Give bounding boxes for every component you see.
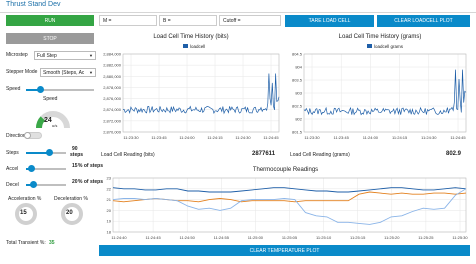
y-tick-label: 802 xyxy=(295,117,302,122)
x-tick-label: 11:25:20 xyxy=(384,235,400,240)
x-tick-label: 11:25:25 xyxy=(418,235,434,240)
x-tick-label: 11:24:30 xyxy=(235,135,251,140)
y-tick-label: 22 xyxy=(107,186,112,191)
decel-slider-handle[interactable] xyxy=(30,181,37,188)
direction-toggle-knob[interactable] xyxy=(24,132,31,139)
y-tick-label: 21 xyxy=(107,197,112,202)
decel-label: Decel xyxy=(6,182,19,188)
bits-reading-label: Load Cell Reading (bits) xyxy=(101,152,155,158)
y-tick-label: 2,878,000 xyxy=(103,85,122,90)
decel-gauge-value: 20 xyxy=(66,210,73,216)
decel-value: 20 xyxy=(72,179,78,185)
microstep-select[interactable]: Full Step ▼ xyxy=(34,51,96,60)
legend-swatch xyxy=(367,44,372,48)
x-tick-label: 11:24:00 xyxy=(179,135,195,140)
y-tick-label: 2,884,000 xyxy=(103,52,122,57)
grams-reading-value: 802.9 xyxy=(446,151,462,157)
steps-unit: steps xyxy=(70,152,84,158)
accel-gauge-value: 15 xyxy=(20,210,27,216)
total-transient-label: Total Transient %: xyxy=(6,240,46,246)
thermo-chart-title: Thermocouple Readings xyxy=(252,167,319,173)
y-tick-label: 803.5 xyxy=(292,78,303,83)
chart-grams-title: Load Cell Time History (grams) xyxy=(338,34,422,40)
thermo-chart: 23 22 21 20 19 1811:24:40 11:24:45 11:24:50 11:2… xyxy=(107,176,469,241)
header-divider xyxy=(0,12,476,13)
speed-gauge-unit: u/s xyxy=(52,123,58,128)
accel-value: 15 xyxy=(72,163,78,169)
x-tick-label: 11:25:30 xyxy=(452,235,468,240)
loadcell-series-line xyxy=(303,69,467,116)
steps-slider-handle[interactable] xyxy=(46,149,53,156)
chevron-down-icon: ▼ xyxy=(89,53,93,58)
x-tick-label: 11:24:45 xyxy=(263,135,279,140)
y-tick-label: 20 xyxy=(107,208,112,213)
legend-swatch xyxy=(183,44,188,48)
steps-label: Steps xyxy=(6,150,19,156)
chart-bits-title: Load Cell Time History (bits) xyxy=(153,34,229,40)
x-tick-label: 11:25:15 xyxy=(350,235,366,240)
accel-slider-handle[interactable] xyxy=(28,165,35,172)
y-tick-label: 18 xyxy=(107,230,112,235)
y-tick-label: 802.5 xyxy=(292,104,303,109)
x-tick-label: 11:24:15 xyxy=(207,135,223,140)
chevron-down-icon: ▼ xyxy=(89,70,93,75)
y-tick-label: 801.5 xyxy=(292,130,303,135)
total-transient-value: 35 xyxy=(49,240,55,246)
m-input[interactable]: M = xyxy=(99,15,157,26)
chart-grams: loadcell grams 804.5 804 803.5 803 802.5 802 80… xyxy=(292,44,467,140)
x-tick-label: 11:24:50 xyxy=(180,235,196,240)
x-tick-label: 11:24:15 xyxy=(392,135,408,140)
y-tick-label: 23 xyxy=(107,176,112,181)
x-tick-label: 11:23:45 xyxy=(151,135,167,140)
grams-reading-label: Load Cell Reading (grams) xyxy=(290,152,350,158)
x-tick-label: 11:24:00 xyxy=(363,135,379,140)
run-button[interactable]: RUN xyxy=(6,15,94,26)
y-tick-label: 803 xyxy=(295,91,302,96)
y-tick-label: 2,874,000 xyxy=(103,107,122,112)
stop-button[interactable]: STOP xyxy=(6,33,94,44)
stepper-mode-value: Smooth (Steps, Ac xyxy=(43,69,85,76)
x-tick-label: 11:24:45 xyxy=(450,135,466,140)
y-tick-label: 2,870,000 xyxy=(103,130,122,135)
y-tick-label: 2,876,000 xyxy=(103,96,122,101)
bits-reading-value: 2877611 xyxy=(252,151,276,157)
x-tick-label: 11:24:45 xyxy=(145,235,161,240)
speed-gauge-value: 24 xyxy=(44,117,52,124)
y-tick-label: 2,872,000 xyxy=(103,118,122,123)
x-tick-label: 11:24:40 xyxy=(111,235,127,240)
tare-load-cell-button[interactable]: TARE LOAD CELL xyxy=(285,15,374,27)
x-tick-label: 11:25:10 xyxy=(316,235,332,240)
stepper-mode-select[interactable]: Smooth (Steps, Ac ▼ xyxy=(40,68,96,77)
x-tick-label: 11:24:55 xyxy=(214,235,230,240)
x-tick-label: 11:23:45 xyxy=(334,135,350,140)
y-tick-label: 804 xyxy=(295,65,302,70)
chart-bits: loadcell 2,884,000 2,882,000 2,880,000 2,878… xyxy=(103,44,280,140)
y-tick-label: 2,880,000 xyxy=(103,74,122,79)
speed-label: Speed xyxy=(6,86,21,92)
y-tick-label: 19 xyxy=(107,219,112,224)
x-tick-label: 11:23:30 xyxy=(123,135,139,140)
clear-loadcell-plot-button[interactable]: CLEAR LOADCELL PLOT xyxy=(377,15,470,27)
x-tick-label: 11:23:30 xyxy=(304,135,320,140)
x-tick-label: 11:25:05 xyxy=(282,235,298,240)
cutoff-input[interactable]: Cutoff = xyxy=(219,15,281,26)
clear-temperature-plot-button[interactable]: CLEAR TEMPERATURE PLOT xyxy=(99,245,470,256)
x-tick-label: 11:24:30 xyxy=(421,135,437,140)
stepper-mode-label: Stepper Mode xyxy=(6,69,38,75)
speed-slider-handle[interactable] xyxy=(37,86,44,93)
microstep-label: Microstep xyxy=(6,52,28,58)
b-input[interactable]: B = xyxy=(159,15,217,26)
accel-label: Accel xyxy=(6,166,19,172)
legend-label: loadcell grams xyxy=(374,44,404,49)
plot-frame xyxy=(122,53,280,133)
y-tick-label: 2,882,000 xyxy=(103,63,122,68)
microstep-value: Full Step xyxy=(37,52,57,59)
x-tick-label: 11:25:00 xyxy=(248,235,264,240)
app-title: Thrust Stand Dev xyxy=(6,1,61,8)
legend-label: loadcell xyxy=(190,44,205,49)
y-tick-label: 804.5 xyxy=(292,52,303,57)
loadcell-series-line xyxy=(122,73,280,115)
direction-label: Direction xyxy=(6,133,26,139)
